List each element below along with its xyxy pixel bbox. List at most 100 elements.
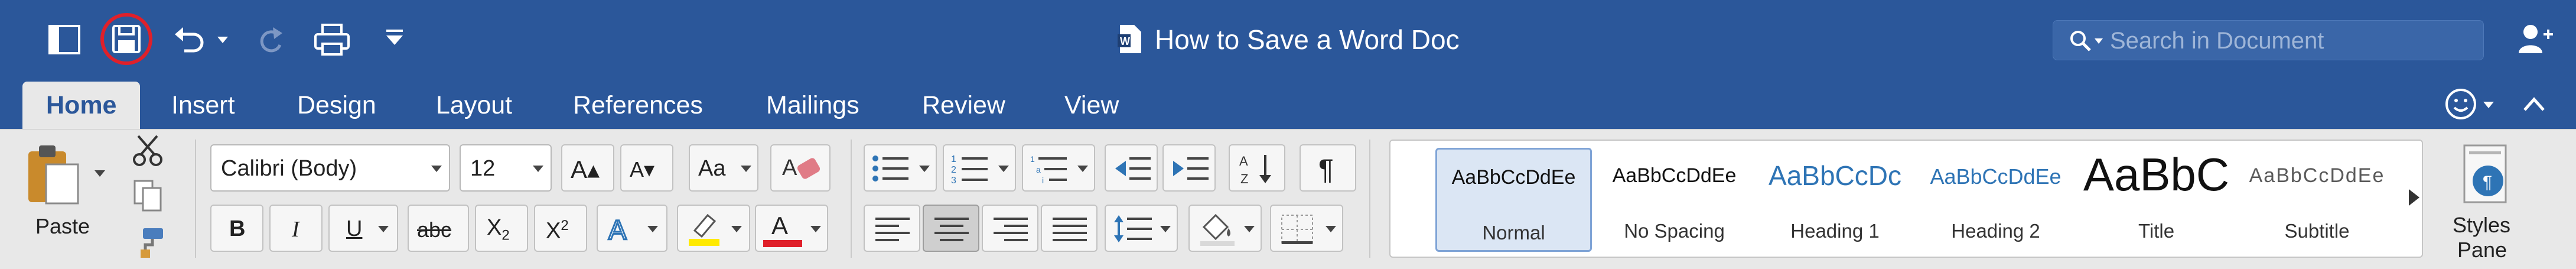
- collapse-ribbon-icon[interactable]: [2522, 96, 2546, 112]
- underline-dropdown-icon: [378, 226, 389, 232]
- tab-mailings[interactable]: Mailings: [766, 82, 859, 129]
- style-name: Heading 1: [1790, 220, 1880, 242]
- format-painter-icon[interactable]: [131, 226, 165, 259]
- align-right-button[interactable]: [982, 205, 1038, 252]
- superscript-button[interactable]: X2: [534, 205, 587, 252]
- line-spacing-icon: [1113, 213, 1153, 245]
- gallery-more-arrow-icon[interactable]: [2409, 189, 2419, 206]
- align-left-icon: [874, 215, 911, 242]
- style-preview: AaBbCcDdEe: [1451, 166, 1576, 189]
- tab-layout[interactable]: Layout: [436, 82, 512, 129]
- font-color-dropdown-icon: [810, 226, 821, 232]
- change-case-dropdown-icon: [741, 166, 751, 172]
- subscript-button[interactable]: X2: [475, 205, 528, 252]
- sort-az-icon: AZ: [1238, 151, 1278, 187]
- style-title[interactable]: AaBbC Title: [2078, 148, 2235, 252]
- clear-formatting-button[interactable]: A: [770, 144, 831, 192]
- shading-dropdown-icon: [1244, 226, 1255, 232]
- multilevel-list-button[interactable]: 1ai: [1022, 144, 1095, 192]
- search-placeholder: Search in Document: [2110, 28, 2324, 54]
- highlight-dropdown-icon: [731, 226, 742, 232]
- italic-button[interactable]: I: [269, 205, 323, 252]
- sort-button[interactable]: AZ: [1229, 144, 1285, 192]
- decrease-indent-button[interactable]: [1105, 144, 1158, 192]
- styles-pane-label-line2[interactable]: Pane: [2457, 238, 2507, 262]
- svg-text:2: 2: [951, 165, 956, 175]
- undo-dropdown-icon[interactable]: [217, 37, 228, 43]
- tab-insert[interactable]: Insert: [171, 82, 235, 129]
- font-size-dropdown[interactable]: 12: [460, 144, 552, 192]
- align-left-button[interactable]: [864, 205, 920, 252]
- tab-home[interactable]: Home: [22, 82, 141, 129]
- print-icon[interactable]: [313, 22, 351, 57]
- pilcrow-icon: ¶: [1318, 154, 1334, 186]
- underline-button[interactable]: U: [328, 205, 398, 252]
- numbering-button[interactable]: 123: [943, 144, 1016, 192]
- styles-pane-icon[interactable]: ¶: [2461, 143, 2509, 206]
- style-normal[interactable]: AaBbCcDdEe Normal: [1435, 148, 1592, 252]
- borders-dropdown-icon: [1326, 226, 1336, 232]
- bold-label: B: [229, 216, 246, 241]
- share-person-icon[interactable]: [2518, 22, 2554, 56]
- tab-design[interactable]: Design: [297, 82, 376, 129]
- customize-toolbar-icon[interactable]: [385, 28, 404, 46]
- font-color-label: A: [771, 212, 789, 239]
- increase-indent-button[interactable]: [1162, 144, 1216, 192]
- feedback-smiley-icon[interactable]: [2443, 86, 2479, 122]
- svg-text:a: a: [1036, 165, 1041, 174]
- feedback-dropdown-icon[interactable]: [2483, 102, 2494, 108]
- align-center-button[interactable]: [923, 205, 979, 252]
- show-formatting-marks-button[interactable]: ¶: [1300, 144, 1356, 192]
- style-subtitle[interactable]: AaBbCcDdEe Subtitle: [2239, 148, 2395, 252]
- change-case-button[interactable]: Aa: [689, 144, 758, 192]
- paste-dropdown-icon[interactable]: [95, 170, 105, 177]
- style-name: Subtitle: [2284, 220, 2350, 242]
- increase-indent-icon: [1171, 154, 1210, 183]
- justify-icon: [1051, 215, 1088, 242]
- multilevel-list-icon: 1ai: [1030, 153, 1068, 185]
- tab-review[interactable]: Review: [922, 82, 1005, 129]
- clear-formatting-icon: A: [781, 151, 822, 186]
- sidebar-toggle-icon[interactable]: [47, 22, 82, 57]
- grow-font-button[interactable]: A▴: [561, 144, 614, 192]
- line-spacing-button[interactable]: [1105, 205, 1178, 252]
- shrink-font-button[interactable]: A▾: [620, 144, 673, 192]
- search-options-icon[interactable]: [2095, 38, 2103, 44]
- justify-button[interactable]: [1041, 205, 1098, 252]
- bullets-button[interactable]: [864, 144, 937, 192]
- borders-button[interactable]: [1270, 205, 1343, 252]
- text-effects-button[interactable]: A: [597, 205, 667, 252]
- svg-text:Z: Z: [1240, 171, 1248, 186]
- tab-references[interactable]: References: [573, 82, 703, 129]
- font-color-button[interactable]: A: [755, 205, 828, 252]
- font-name-dropdown[interactable]: Calibri (Body): [210, 144, 450, 192]
- highlight-button[interactable]: [677, 205, 750, 252]
- style-heading-2[interactable]: AaBbCcDdEe Heading 2: [1917, 148, 2074, 252]
- shading-button[interactable]: [1188, 205, 1262, 252]
- style-no-spacing[interactable]: AaBbCcDdEe No Spacing: [1596, 148, 1753, 252]
- search-in-document-field[interactable]: Search in Document: [2053, 20, 2484, 60]
- style-heading-1[interactable]: AaBbCcDc Heading 1: [1757, 148, 1913, 252]
- group-divider: [851, 140, 852, 258]
- underline-label: U: [346, 216, 363, 241]
- svg-text:1: 1: [1030, 154, 1035, 164]
- paste-label[interactable]: Paste: [35, 214, 90, 239]
- save-highlight-ring: [100, 13, 152, 65]
- cut-icon[interactable]: [131, 134, 164, 167]
- redo-icon: [256, 24, 287, 56]
- style-preview: AaBbCcDdEe: [1612, 164, 1737, 187]
- font-size-chevron-icon: [533, 166, 543, 172]
- paste-icon[interactable]: [22, 141, 82, 207]
- copy-icon[interactable]: [132, 179, 163, 213]
- shading-bucket-icon: [1198, 210, 1237, 247]
- italic-label: I: [292, 217, 299, 242]
- bold-button[interactable]: B: [210, 205, 263, 252]
- strikethrough-button[interactable]: abc: [408, 205, 469, 252]
- subscript-x: X: [487, 215, 502, 240]
- style-preview: AaBbCcDdEe: [2249, 164, 2385, 187]
- group-divider: [1369, 140, 1370, 258]
- ribbon-tab-bar: Home Insert Design Layout References Mai…: [0, 82, 2576, 129]
- tab-view[interactable]: View: [1064, 82, 1119, 129]
- styles-pane-label[interactable]: Styles: [2453, 213, 2510, 238]
- undo-icon[interactable]: [172, 24, 206, 56]
